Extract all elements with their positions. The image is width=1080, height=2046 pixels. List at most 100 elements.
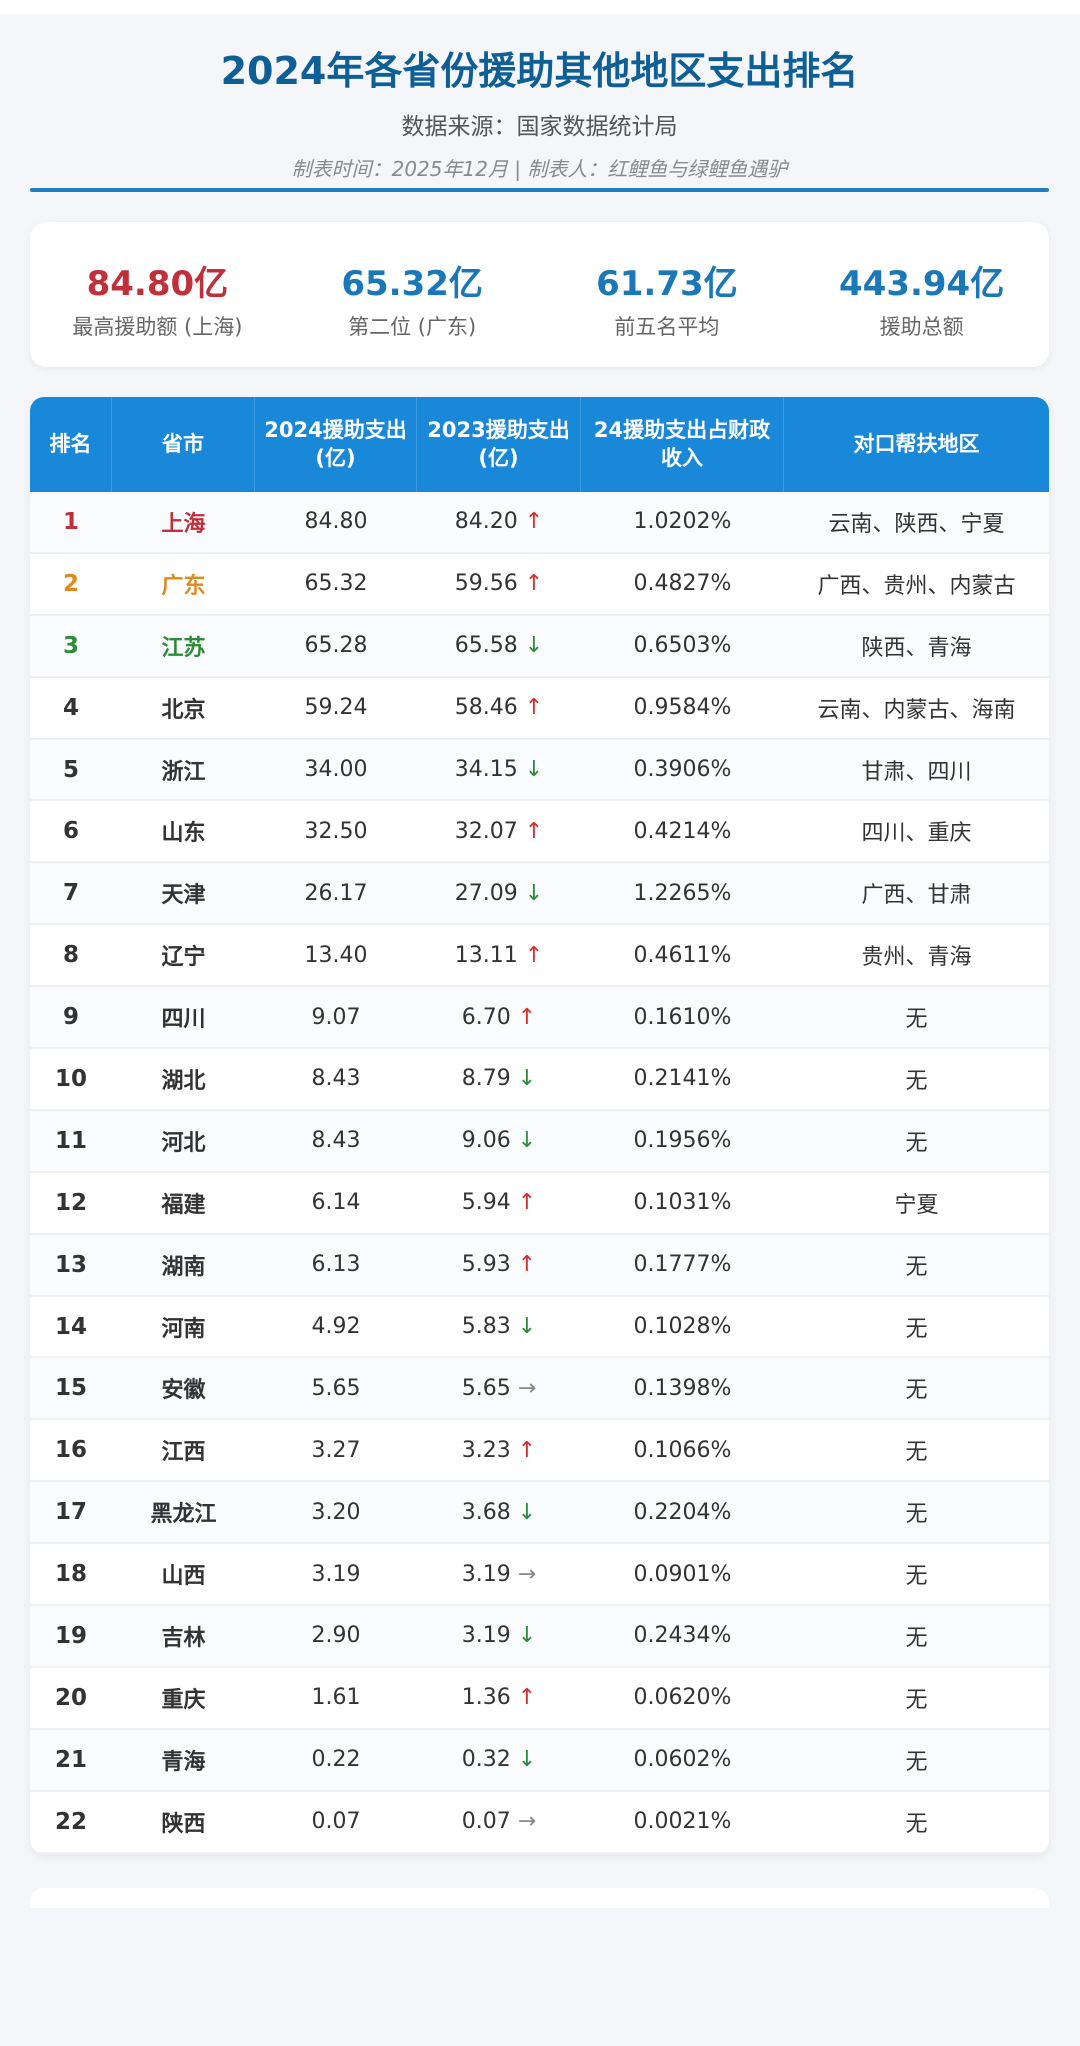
amount-2023: 3.19 [461, 1623, 511, 1649]
trend-up-icon: ↑ [517, 1004, 537, 1030]
regions-cell: 无 [905, 1254, 928, 1280]
province-cell: 河北 [161, 1130, 206, 1156]
table-row: 6 山东 32.50 32.07 ↑ 0.4214% 四川、重庆 [30, 801, 1049, 864]
ratio-cell: 0.2141% [633, 1066, 732, 1092]
regions-cell: 无 [905, 1378, 928, 1404]
amount-2023: 5.65 [461, 1375, 511, 1401]
ratio-cell: 1.2265% [633, 880, 732, 906]
regions-cell: 贵州、青海 [861, 945, 972, 971]
regions-cell: 广西、贵州、内蒙古 [817, 573, 1016, 599]
amount-2023-cell: 84.20 ↑ [417, 509, 581, 534]
province-cell: 福建 [161, 1192, 206, 1218]
trend-down-icon: ↓ [517, 1314, 537, 1340]
amount-2023-cell: 3.23 ↑ [417, 1438, 581, 1463]
trend-up-icon: ↑ [517, 1190, 537, 1216]
amount-2023: 3.23 [461, 1437, 511, 1463]
province-cell: 辽宁 [161, 945, 206, 971]
province-cell: 湖北 [161, 1068, 206, 1094]
amount-2024-cell: 0.07 [311, 1809, 361, 1835]
page-header: 2024年各省份援助其他地区支出排名 数据来源：国家数据统计局 制表时间：202… [30, 14, 1049, 182]
ratio-cell: 0.6503% [633, 633, 732, 659]
regions-cell: 无 [905, 1811, 928, 1837]
table-row: 16 江西 3.27 3.23 ↑ 0.1066% 无 [30, 1420, 1049, 1483]
amount-2023-cell: 0.07 → [417, 1809, 581, 1834]
trend-down-icon: ↓ [517, 1128, 537, 1154]
ratio-cell: 0.0620% [633, 1685, 732, 1711]
table-row: 9 四川 9.07 6.70 ↑ 0.1610% 无 [30, 987, 1049, 1050]
trend-flat-icon: → [517, 1561, 537, 1587]
ratio-cell: 0.4827% [633, 571, 732, 597]
amount-2023: 59.56 [454, 571, 518, 597]
col-ratio: 24援助支出占财政收入 [581, 397, 784, 492]
trend-down-icon: ↓ [517, 1623, 537, 1649]
amount-2023-cell: 5.65 → [417, 1376, 581, 1401]
regions-cell: 云南、内蒙古、海南 [817, 697, 1016, 723]
amount-2024-cell: 3.27 [311, 1437, 361, 1463]
col-province: 省市 [112, 397, 255, 492]
regions-cell: 无 [905, 1068, 928, 1094]
province-cell: 陕西 [161, 1811, 206, 1837]
amount-2023: 3.19 [461, 1561, 511, 1587]
province-cell: 四川 [161, 1007, 206, 1033]
amount-2024-cell: 6.13 [311, 1252, 361, 1278]
trend-up-icon: ↑ [524, 695, 544, 721]
amount-2024-cell: 8.43 [311, 1066, 361, 1092]
amount-2023: 0.32 [461, 1747, 511, 1773]
province-cell: 河南 [161, 1316, 206, 1342]
amount-2023-cell: 27.09 ↓ [417, 881, 581, 906]
amount-2024-cell: 4.92 [311, 1314, 361, 1340]
table-row: 17 黑龙江 3.20 3.68 ↓ 0.2204% 无 [30, 1482, 1049, 1545]
amount-2024-cell: 32.50 [304, 818, 368, 844]
amount-2023-cell: 59.56 ↑ [417, 571, 581, 596]
amount-2024-cell: 65.32 [304, 571, 368, 597]
table-body: 1 上海 84.80 84.20 ↑ 1.0202% 云南、陕西、宁夏 2 广东 65.32 59… [30, 492, 1049, 1854]
ratio-cell: 0.0021% [633, 1809, 732, 1835]
amount-2023-cell: 3.19 → [417, 1562, 581, 1587]
rank-cell: 21 [54, 1746, 87, 1773]
regions-cell: 甘肃、四川 [861, 759, 972, 785]
amount-2024-cell: 84.80 [304, 509, 368, 535]
regions-cell: 无 [905, 1502, 928, 1528]
amount-2023: 3.68 [461, 1499, 511, 1525]
regions-cell: 无 [905, 1564, 928, 1590]
rank-cell: 7 [62, 880, 79, 907]
amount-2023: 6.70 [461, 1004, 511, 1030]
amount-2023: 5.94 [461, 1190, 511, 1216]
province-cell: 青海 [161, 1749, 206, 1775]
stats-card: 84.80亿 最高援助额 (上海) 65.32亿 第二位 (广东) 61.73亿 前五… [30, 222, 1049, 367]
table-row: 12 福建 6.14 5.94 ↑ 0.1031% 宁夏 [30, 1173, 1049, 1235]
trend-down-icon: ↓ [517, 1747, 537, 1773]
amount-2023-cell: 32.07 ↑ [417, 819, 581, 844]
table-row: 21 青海 0.22 0.32 ↓ 0.0602% 无 [30, 1729, 1049, 1792]
col-2023: 2023援助支出(亿) [417, 397, 581, 492]
rank-cell: 18 [54, 1561, 87, 1588]
amount-2024-cell: 59.24 [304, 695, 368, 721]
regions-cell: 无 [905, 1130, 928, 1156]
amount-2023: 84.20 [454, 509, 518, 535]
amount-2023-cell: 0.32 ↓ [417, 1747, 581, 1772]
rank-cell: 10 [54, 1065, 87, 1092]
regions-cell: 无 [905, 1440, 928, 1466]
province-cell: 上海 [161, 511, 206, 537]
amount-2024-cell: 3.19 [311, 1561, 361, 1587]
amount-2023: 32.07 [454, 818, 518, 844]
amount-2024-cell: 13.40 [304, 942, 368, 968]
stat-value: 443.94亿 [839, 264, 1005, 304]
ratio-cell: 0.0901% [633, 1561, 732, 1587]
amount-2023-cell: 5.93 ↑ [417, 1252, 581, 1277]
stat-total: 443.94亿 援助总额 [794, 222, 1049, 367]
ratio-cell: 0.2434% [633, 1623, 732, 1649]
table-row: 7 天津 26.17 27.09 ↓ 1.2265% 广西、甘肃 [30, 863, 1049, 926]
amount-2024-cell: 65.28 [304, 633, 368, 659]
stat-second: 65.32亿 第二位 (广东) [285, 222, 540, 367]
trend-flat-icon: → [517, 1809, 537, 1835]
regions-cell: 无 [905, 1687, 928, 1713]
stat-top5-avg: 61.73亿 前五名平均 [540, 222, 795, 367]
rank-cell: 20 [54, 1684, 87, 1711]
stat-value: 61.73亿 [596, 264, 738, 304]
rank-cell: 22 [54, 1808, 87, 1835]
amount-2023-cell: 58.46 ↑ [417, 695, 581, 720]
ratio-cell: 0.1028% [633, 1314, 732, 1340]
table-header: 排名 省市 2024援助支出(亿) 2023援助支出(亿) 24援助支出占财政收… [30, 397, 1049, 492]
rank-cell: 2 [62, 570, 79, 597]
